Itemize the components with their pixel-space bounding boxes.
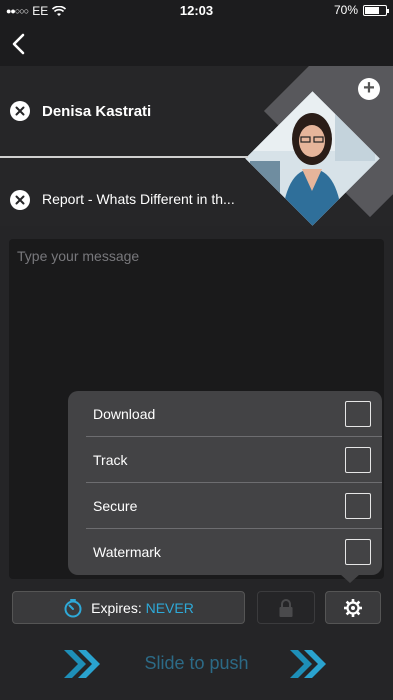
recipient-name: Denisa Kastrati (42, 103, 152, 120)
watermark-checkbox[interactable] (345, 539, 371, 565)
close-icon (15, 195, 25, 205)
back-chevron-icon[interactable] (6, 30, 34, 58)
settings-button[interactable] (325, 591, 381, 624)
slide-to-push-label: Slide to push (144, 653, 249, 673)
status-right: 70% (333, 3, 389, 17)
double-chevron-right-icon (290, 650, 326, 678)
slide-to-push[interactable]: Slide to push (0, 640, 393, 690)
status-bar: ●●○○○ EE 12:03 70% (0, 0, 393, 22)
gear-icon (344, 598, 362, 617)
close-icon (15, 106, 25, 116)
battery-icon (363, 4, 389, 16)
header-divider (0, 156, 248, 158)
add-recipient-button[interactable]: + (358, 78, 380, 100)
option-label: Track (93, 452, 128, 468)
option-download[interactable]: Download (68, 391, 382, 437)
options-popover: Download Track Secure Watermark (68, 391, 382, 575)
expires-value: NEVER (145, 599, 194, 616)
option-watermark[interactable]: Watermark (68, 529, 382, 575)
option-label: Download (93, 406, 156, 422)
compose-header: + Denisa Kastrati Report - Whats Differe… (0, 66, 393, 226)
popover-arrow (340, 574, 360, 583)
message-placeholder: Type your message (17, 248, 140, 264)
timer-icon (64, 598, 82, 617)
option-label: Secure (93, 498, 138, 514)
track-checkbox[interactable] (345, 447, 371, 473)
remove-attachment-button[interactable] (10, 190, 30, 210)
lock-icon (279, 598, 293, 617)
secure-checkbox[interactable] (345, 493, 371, 519)
attachment-name: Report - Whats Different in th... (42, 191, 235, 207)
option-label: Watermark (93, 544, 161, 560)
expires-button[interactable]: Expires: NEVER (12, 591, 245, 624)
compose-toolbar: Expires: NEVER (0, 590, 393, 626)
download-checkbox[interactable] (345, 401, 371, 427)
expires-label: Expires: (91, 599, 142, 616)
battery-percent: 70% (333, 3, 358, 17)
option-track[interactable]: Track (68, 437, 382, 483)
nav-bar (0, 22, 393, 66)
option-secure[interactable]: Secure (68, 483, 382, 529)
remove-recipient-button[interactable] (10, 101, 30, 121)
battery-fill (365, 6, 379, 14)
lock-button[interactable] (257, 591, 315, 624)
